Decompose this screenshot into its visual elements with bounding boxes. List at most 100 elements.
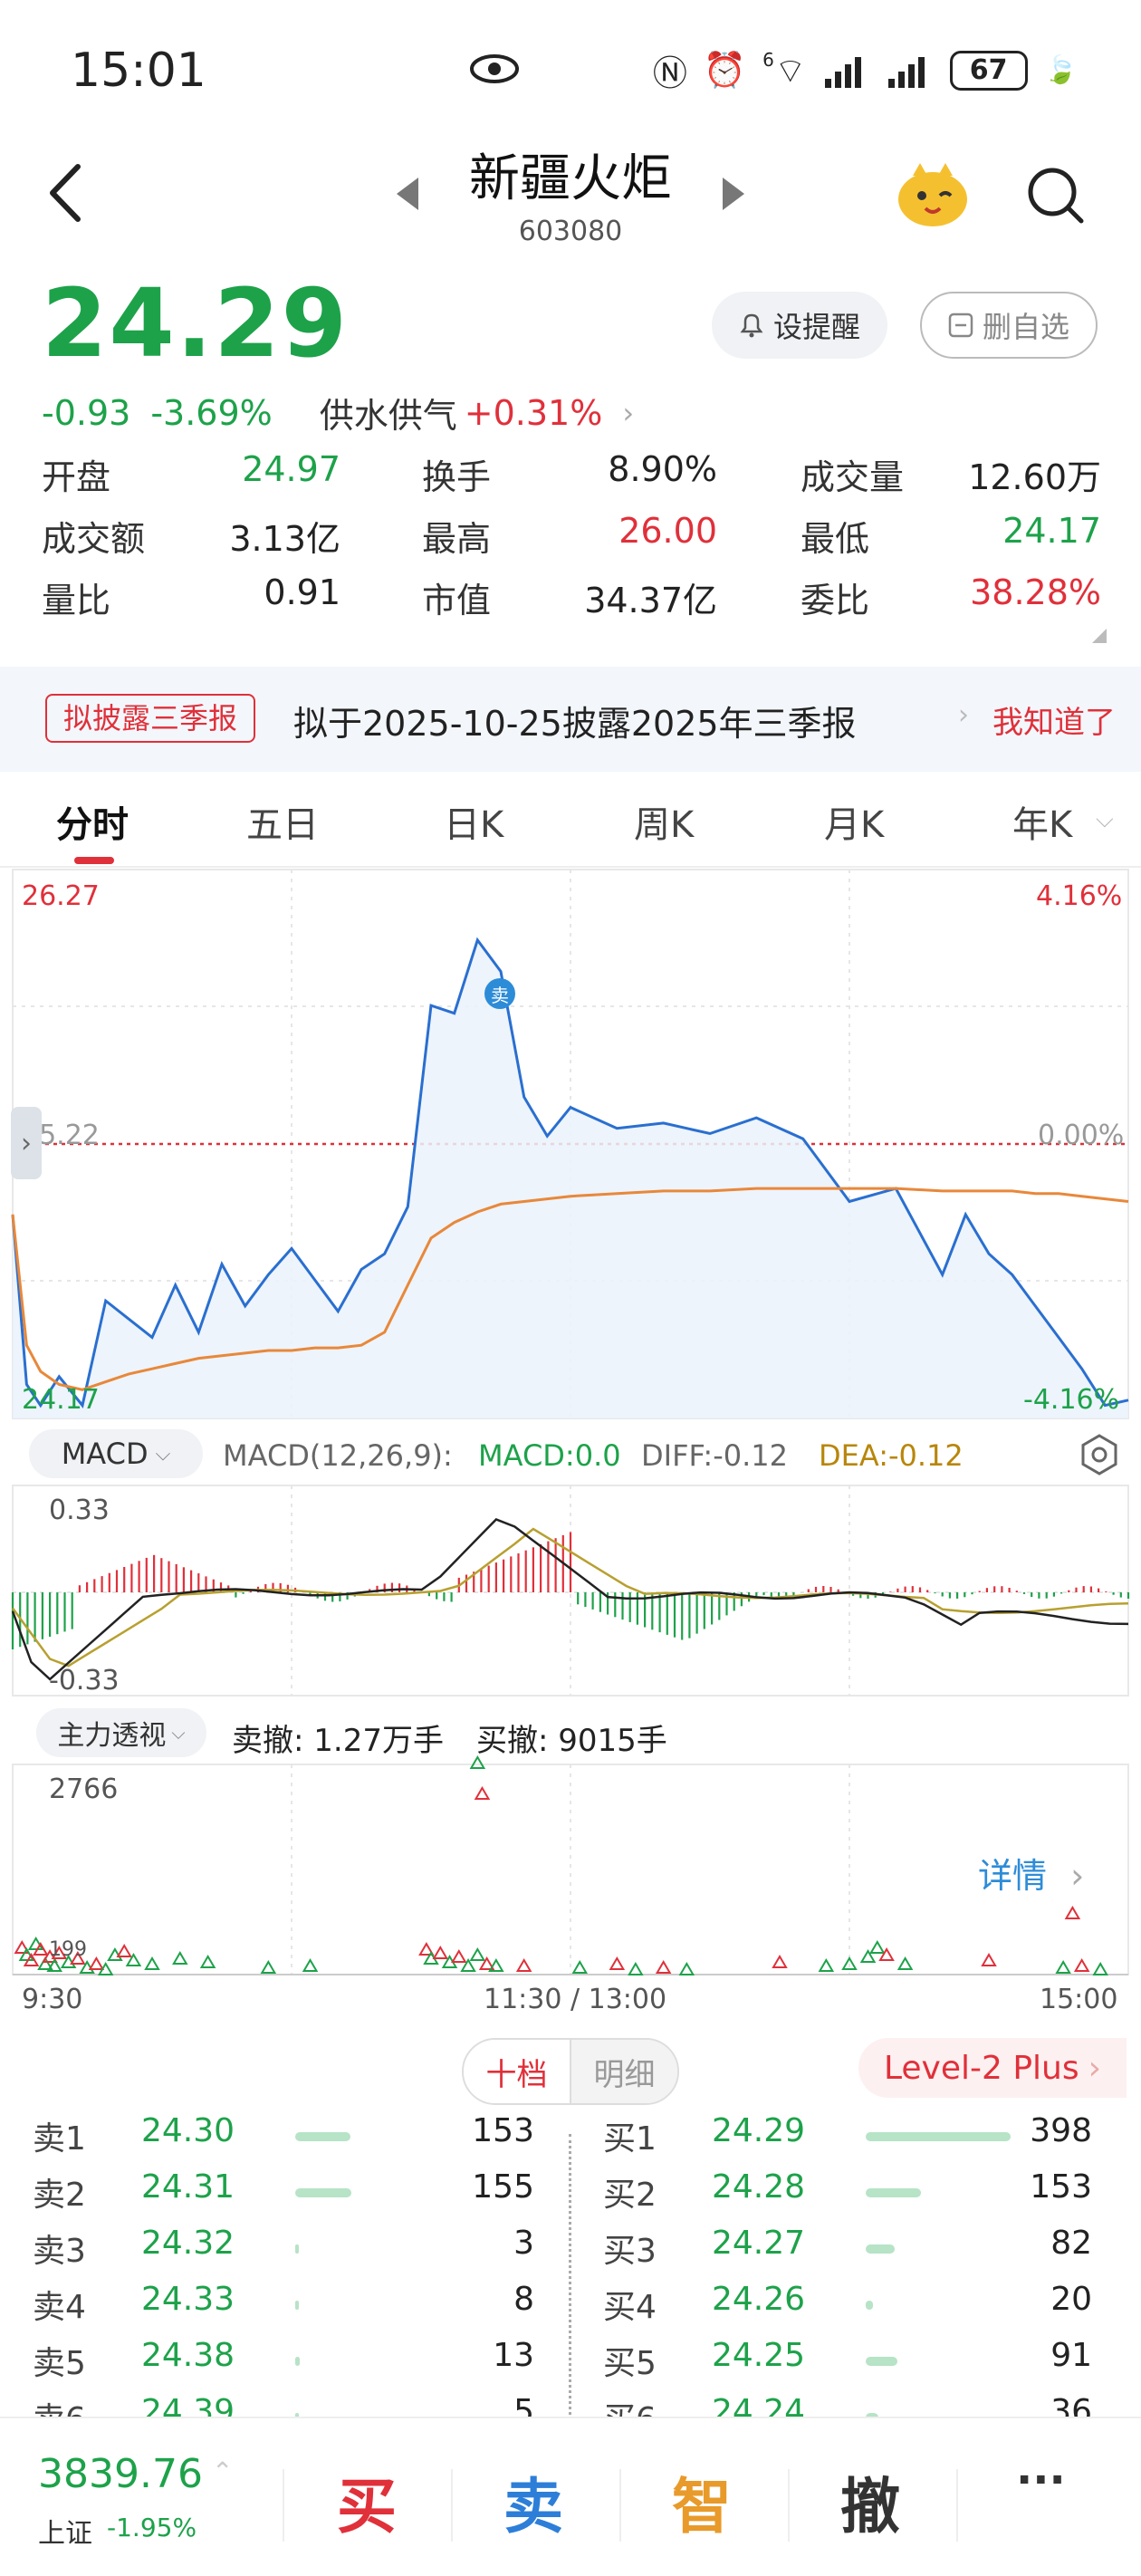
buy-order-marker (432, 1946, 449, 1959)
sell-level: 卖5 (33, 2345, 86, 2382)
buy-row[interactable]: 买2 24.28 153 (603, 2168, 1110, 2225)
sell-level: 卖2 (33, 2177, 86, 2214)
sell-price: 24.38 (141, 2337, 235, 2374)
buy-volume: 20 (1050, 2281, 1092, 2318)
sell-marker-icon[interactable]: 卖 (484, 978, 515, 1009)
expand-panel-handle[interactable]: › (11, 1107, 42, 1179)
indicator-select[interactable]: MACD ⌵ (29, 1429, 203, 1478)
chevron-right-icon: › (1088, 2049, 1102, 2087)
fund-y-high: 2766 (49, 1773, 119, 1805)
level2-label: Level-2 Plus (883, 2049, 1079, 2087)
y-tick-high: 26.27 (22, 880, 100, 912)
divider (956, 2469, 958, 2542)
detail-label: 详情 (978, 1856, 1048, 1896)
sell-row[interactable]: 卖2 24.31 155 (33, 2168, 540, 2225)
tab-ten-levels[interactable]: 十档 (464, 2040, 570, 2103)
smart-button[interactable]: 智 (672, 2458, 732, 2545)
sell-order-marker (302, 1958, 319, 1972)
buy-order-marker (1073, 1958, 1090, 1972)
buy-order-marker (655, 1960, 672, 1974)
buy-volume-bar (866, 2357, 898, 2366)
buy-row[interactable]: 买4 24.26 20 (603, 2281, 1110, 2337)
buy-button[interactable]: 买 (337, 2458, 397, 2545)
buy-order-marker (981, 1953, 997, 1966)
chevron-right-icon: › (1070, 1856, 1085, 1896)
buy-level: 买3 (603, 2233, 657, 2270)
sell-order-marker (678, 1962, 695, 1975)
sell-volume-bar (295, 2357, 300, 2366)
buy-order-marker (515, 1958, 532, 1972)
detail-link[interactable]: 详情 › (978, 1848, 1084, 1898)
sell-order-marker (628, 1962, 644, 1975)
bottom-bar: 3839.76 ⌃ 上证 -1.95% 买 卖 智 撤 ··· (0, 2417, 1141, 2576)
index-change: -1.95% (107, 2513, 197, 2542)
buy-volume: 153 (1030, 2168, 1092, 2206)
buy-order-marker (451, 1949, 467, 1963)
buy-price: 24.26 (712, 2281, 806, 2318)
level2-button[interactable]: Level-2 Plus › (858, 2038, 1127, 2098)
sell-price: 24.31 (141, 2168, 235, 2206)
sell-row[interactable]: 卖3 24.32 3 (33, 2225, 540, 2281)
y-tick-mid-pct: 0.00% (1038, 1120, 1125, 1151)
settings-icon[interactable] (1078, 1433, 1121, 1476)
sell-order-marker (896, 1956, 914, 1970)
buy-order-marker (474, 1786, 491, 1800)
buy-price: 24.29 (712, 2112, 806, 2149)
sell-row[interactable]: 卖4 24.33 8 (33, 2281, 540, 2337)
sell-volume: 155 (472, 2168, 534, 2206)
sell-price: 24.32 (141, 2225, 235, 2262)
sell-volume: 3 (513, 2225, 534, 2262)
fund-flow-select[interactable]: 主力透视 ⌵ (36, 1708, 206, 1757)
macd-y-low: -0.33 (49, 1665, 120, 1697)
sell-volume: 153 (472, 2112, 534, 2149)
sell-row[interactable]: 卖1 24.30 153 (33, 2112, 540, 2168)
buy-cancel: 买撤: 9015手 (476, 1723, 667, 1759)
divider (788, 2469, 790, 2542)
macd-header: MACD ⌵ MACD(12,26,9): MACD:0.0 DIFF:-0.1… (0, 1424, 1141, 1484)
buy-order-marker (88, 1956, 105, 1970)
y-tick-low: 24.17 (22, 1384, 100, 1416)
sell-order-marker (571, 1960, 589, 1974)
index-value[interactable]: 3839.76 (38, 2451, 203, 2497)
y-tick-low-pct: -4.16% (1023, 1384, 1120, 1416)
buy-volume: 398 (1030, 2112, 1092, 2149)
sell-row[interactable]: 卖5 24.38 13 (33, 2337, 540, 2393)
buy-price: 24.27 (712, 2225, 806, 2262)
dea-value: DEA:-0.12 (819, 1438, 964, 1473)
y-tick-high-pct: 4.16% (1036, 880, 1123, 912)
fund-flow-header: 主力透视 ⌵ 卖撤: 1.27万手 买撤: 9015手 (0, 1703, 1141, 1763)
chevron-down-icon: ⌵ (155, 1442, 171, 1466)
x-tick-open: 9:30 (22, 1984, 83, 2015)
chevron-up-icon: ⌃ (212, 2456, 234, 2486)
sell-volume-bar (295, 2301, 299, 2310)
sell-volume-bar (295, 2132, 350, 2141)
buy-price: 24.28 (712, 2168, 806, 2206)
buy-volume-bar (866, 2301, 873, 2310)
diff-value: DIFF:-0.12 (641, 1438, 788, 1473)
buy-order-marker (609, 1956, 626, 1970)
fund-y-low: 199 (49, 1938, 87, 1961)
x-tick-close: 15:00 (1040, 1984, 1118, 2015)
sell-order-marker (1055, 1960, 1071, 1974)
cancel-order-button[interactable]: 撤 (840, 2458, 900, 2545)
sell-volume: 13 (493, 2337, 534, 2374)
indicator-label: MACD (61, 1437, 149, 1471)
sell-order-marker (1092, 1962, 1108, 1975)
sell-order-marker (869, 1940, 886, 1954)
buy-row[interactable]: 买1 24.29 398 (603, 2112, 1110, 2168)
macd-params: MACD(12,26,9): (223, 1438, 453, 1473)
buy-row[interactable]: 买5 24.25 91 (603, 2337, 1110, 2393)
fund-panel-frame (12, 1764, 1129, 1975)
fund-flow-label: 主力透视 (57, 1720, 167, 1752)
sell-button[interactable]: 卖 (503, 2458, 563, 2545)
more-button[interactable]: ··· (1016, 2455, 1066, 2505)
divider (283, 2469, 284, 2542)
sell-price: 24.30 (141, 2112, 235, 2149)
tab-details[interactable]: 明细 (570, 2040, 677, 2103)
buy-row[interactable]: 买3 24.27 82 (603, 2225, 1110, 2281)
buy-order-marker (116, 1944, 132, 1957)
sell-order-marker (144, 1956, 160, 1970)
sell-order-marker (260, 1960, 277, 1974)
buy-level: 买4 (603, 2289, 657, 2326)
sell-price: 24.33 (141, 2281, 235, 2318)
